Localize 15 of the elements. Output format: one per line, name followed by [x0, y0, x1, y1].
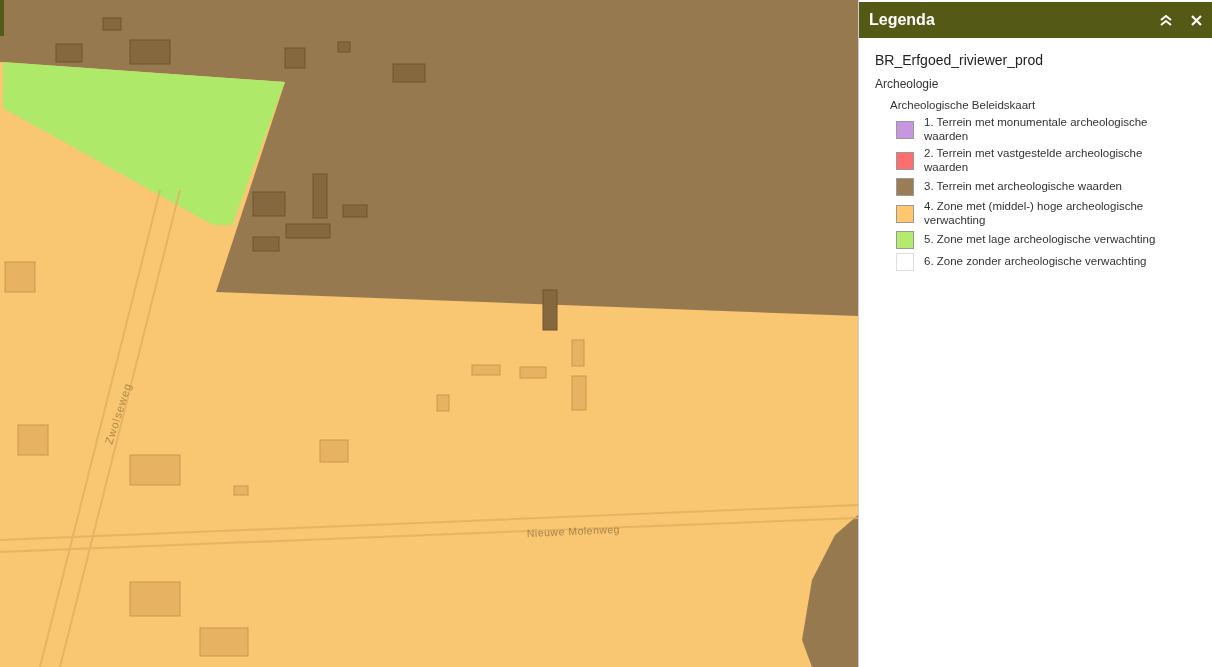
legend-label: 6. Zone zonder archeologische verwachting	[924, 255, 1148, 269]
collapse-button[interactable]	[1158, 12, 1174, 28]
layer-name: Archeologische Beleidskaart	[890, 99, 1037, 111]
double-chevron-up-icon	[1159, 14, 1173, 26]
legend-label: 1. Terrein met monumentale archeologische waarden	[924, 116, 1149, 143]
close-button[interactable]	[1188, 12, 1204, 28]
legend-label: 2. Terrein met vastgestelde archeologische waarden	[924, 147, 1144, 174]
street-label: Nieuwe Molenweg	[526, 522, 621, 539]
legend-label: 3. Terrein met archeologische waarden	[924, 180, 1123, 194]
panel-title: Legenda	[869, 11, 936, 29]
service-name: BR_Erfgoed_riviewer_prod	[875, 52, 1045, 68]
legend-label: 4. Zone met (middel-) hoge archeologische verwachting	[924, 200, 1145, 227]
group-name: Archeologie	[875, 77, 940, 91]
close-icon	[1190, 14, 1202, 26]
legend-label: 5. Zone met lage archeologische verwachting	[924, 233, 1157, 247]
